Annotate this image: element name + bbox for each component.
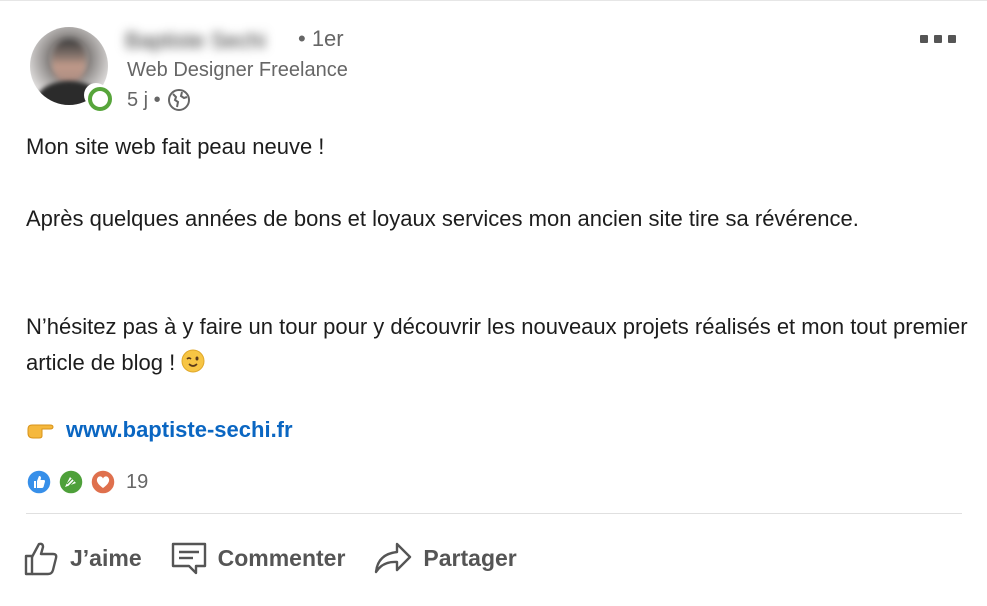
share-button[interactable]: Partager [373,540,517,576]
post-time: 5 j • [127,88,161,111]
link-row: www.baptiste-sechi.fr [26,417,293,443]
post-line-2: Après quelques années de bons et loyaux … [26,206,859,231]
avatar-face [52,39,86,83]
thumbs-up-icon [24,542,58,576]
like-icon [26,469,52,495]
comment-label: Commenter [217,544,346,571]
comment-button[interactable]: Commenter [170,541,346,575]
love-icon [90,469,116,495]
post-meta: 5 j • [127,88,191,112]
post-card: Baptiste Sechi • 1er Web Designer Freela… [0,0,987,606]
like-label: J’aime [70,544,142,571]
website-link[interactable]: www.baptiste-sechi.fr [66,417,293,443]
author-name[interactable]: Baptiste Sechi [125,28,266,54]
share-arrow-icon [375,542,412,574]
post-line-3-text: N’hésitez pas à y faire un tour pour y d… [26,314,968,375]
celebrate-icon [58,469,84,495]
share-label: Partager [423,544,517,571]
reactions-count[interactable]: 19 [126,471,148,494]
pointing-hand-icon [27,424,54,439]
more-dot [934,35,942,43]
globe-icon [167,89,190,111]
connection-degree: • 1er [298,26,344,51]
post-line-3: N’hésitez pas à y faire un tour pour y d… [26,309,971,381]
reactions-bar[interactable]: 19 [26,469,148,495]
more-dot [920,35,928,43]
online-status-icon [84,83,112,111]
author-headline: Web Designer Freelance [127,59,348,81]
comment-icon [171,542,206,575]
like-button[interactable]: J’aime [22,539,142,577]
action-bar: J’aime Commenter Partager [22,539,545,577]
divider [26,513,962,514]
wink-emoji-icon [181,349,205,373]
more-dot [948,35,956,43]
post-line-1: Mon site web fait peau neuve ! [26,134,325,159]
more-options-icon[interactable] [920,31,962,47]
